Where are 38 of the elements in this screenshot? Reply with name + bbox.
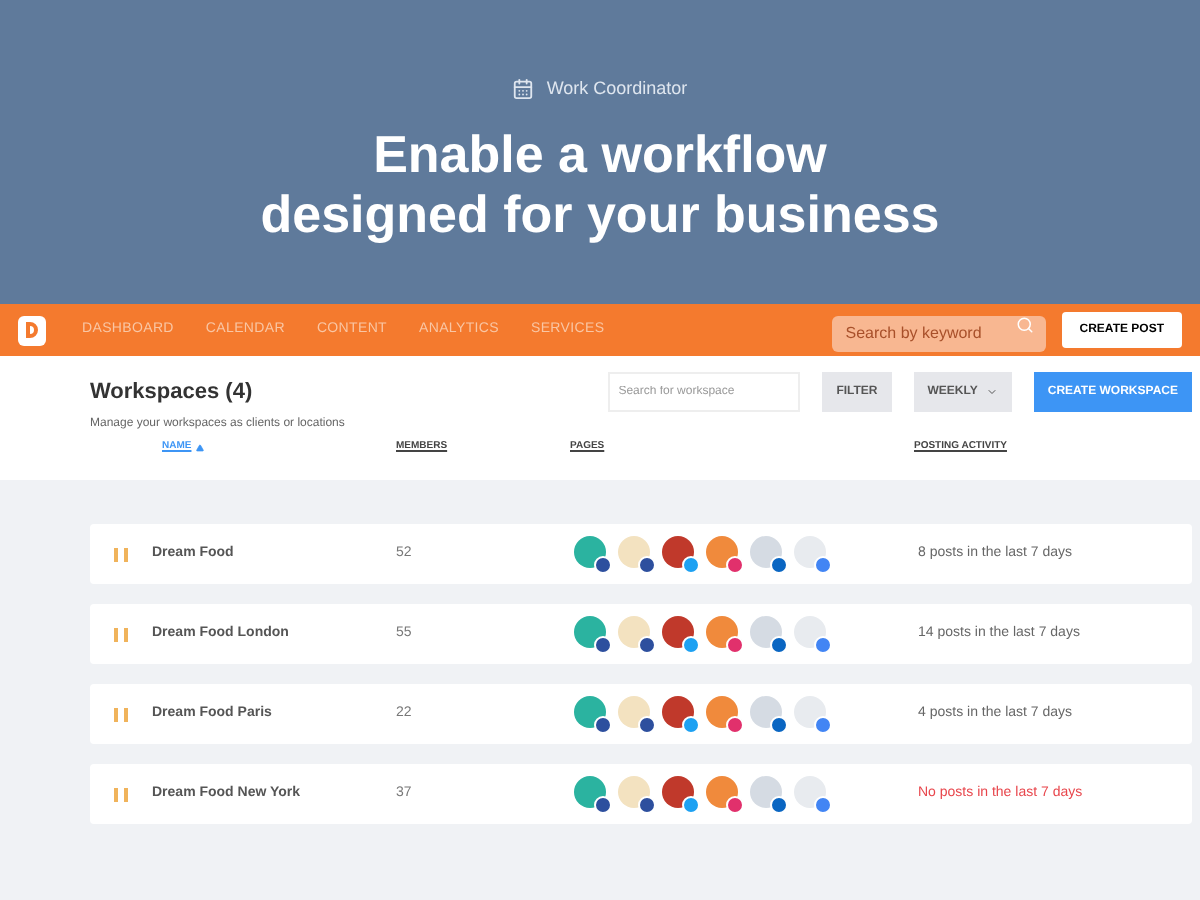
- page-avatar-icon: [750, 615, 788, 653]
- headline: designed for your business: [260, 183, 940, 243]
- search-icon: [1015, 316, 1034, 334]
- sort-icon: [195, 443, 204, 452]
- page-title: Workspaces (4): [90, 378, 255, 408]
- page-avatar-icon: [794, 615, 832, 653]
- page-avatar-icon: [662, 615, 700, 653]
- page-avatar-icon: [618, 615, 656, 653]
- page-avatar-icon: [574, 615, 612, 653]
- headline: Enable a workflow: [373, 123, 827, 183]
- page-avatar-icon: [574, 535, 612, 573]
- page-avatar-icon: [706, 695, 744, 733]
- page-avatar-icon: [706, 535, 744, 573]
- page-avatar-icon: [794, 535, 832, 573]
- grip-icon: [114, 707, 128, 721]
- page-avatar-icon: [574, 695, 612, 733]
- page-avatar-icon: [662, 695, 700, 733]
- page-avatar-icon: [618, 695, 656, 733]
- page-avatar-icon: [750, 775, 788, 813]
- page-avatar-icon: [706, 615, 744, 653]
- calendar-icon: [512, 78, 535, 101]
- page-avatar-icon: [618, 775, 656, 813]
- grip-icon: [114, 787, 128, 801]
- page-avatar-icon: [662, 775, 700, 813]
- banner-label: Work Coordinator: [546, 76, 688, 102]
- page-avatar-icon: [574, 775, 612, 813]
- grip-icon: [114, 627, 128, 641]
- logo-icon: [18, 315, 46, 345]
- page-avatar-icon: [618, 535, 656, 573]
- page-avatar-icon: [750, 695, 788, 733]
- page-avatar-icon: [706, 775, 744, 813]
- caret-icon: [985, 386, 998, 398]
- keyword-search-field[interactable]: Search by keyword: [831, 315, 1046, 351]
- grip-icon: [114, 547, 128, 561]
- page-avatar-icon: [750, 535, 788, 573]
- page-avatar-icon: [794, 695, 832, 733]
- page-avatar-icon: [794, 775, 832, 813]
- page-avatar-icon: [662, 535, 700, 573]
